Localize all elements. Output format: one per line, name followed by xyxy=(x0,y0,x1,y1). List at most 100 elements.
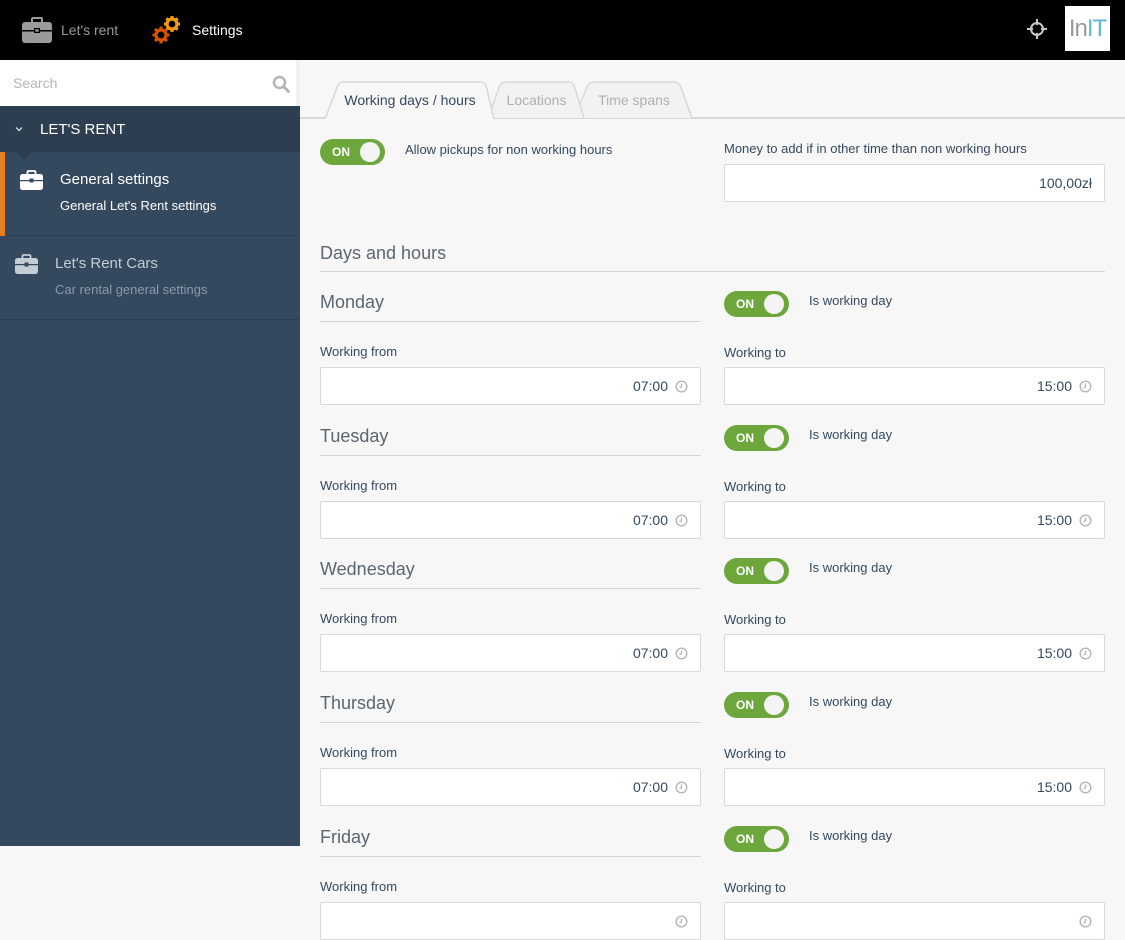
logo-text-it: IT xyxy=(1086,14,1107,42)
working-from-field xyxy=(320,500,701,539)
day-name: Monday xyxy=(320,292,385,312)
clock-icon[interactable] xyxy=(675,647,688,660)
tab-working-days-hours[interactable]: Working days / hours xyxy=(325,81,495,119)
working-from-input[interactable] xyxy=(321,501,700,538)
is-working-day-label: Is working day xyxy=(809,293,893,308)
clock-icon[interactable] xyxy=(1079,915,1092,928)
sidebar-item-lets-rent-cars[interactable]: Let's Rent Cars Car rental general setti… xyxy=(0,236,300,320)
tab-bar: Time spans Locations Working days / hour… xyxy=(300,60,1125,119)
sidebar-item-title: General settings xyxy=(60,171,170,188)
app-home-link[interactable]: Let's rent xyxy=(22,0,118,60)
money-field xyxy=(724,164,1105,202)
tab-locations[interactable]: Locations xyxy=(488,81,585,119)
toggle-state: ON xyxy=(332,145,350,159)
toggle-state: ON xyxy=(736,430,754,445)
app-label: Let's rent xyxy=(61,22,119,38)
working-from-field xyxy=(320,901,701,940)
day-name: Friday xyxy=(320,826,371,847)
clock-icon[interactable] xyxy=(675,781,688,794)
working-from-label: Working from xyxy=(320,878,398,894)
working-to-field xyxy=(724,500,1105,539)
working-to-input[interactable] xyxy=(725,501,1104,538)
working-to-field xyxy=(724,367,1105,405)
chevron-down-icon xyxy=(15,126,23,132)
day-divider xyxy=(320,321,701,322)
is-working-day-label: Is working day xyxy=(809,827,893,843)
working-to-field xyxy=(724,901,1105,940)
clock-icon[interactable] xyxy=(1079,514,1092,527)
crosshair-icon[interactable] xyxy=(1026,18,1048,40)
is-working-day-toggle[interactable]: ON xyxy=(724,558,789,585)
working-to-field xyxy=(724,634,1105,673)
is-working-day-toggle[interactable]: ON xyxy=(724,825,789,852)
tab-label: Locations xyxy=(506,92,567,108)
sidebar-item-subtitle: Car rental general settings xyxy=(55,282,208,297)
allow-pickups-toggle[interactable]: ON xyxy=(320,139,385,165)
working-from-field xyxy=(320,367,701,405)
tab-label: Time spans xyxy=(598,92,670,108)
toggle-knob xyxy=(764,695,784,716)
day-divider xyxy=(320,454,701,456)
working-from-input[interactable] xyxy=(321,902,700,939)
search-input[interactable] xyxy=(0,60,260,106)
clock-icon[interactable] xyxy=(675,915,688,928)
clock-icon[interactable] xyxy=(675,380,688,393)
sidebar-item-general-settings[interactable]: General settings General Let's Rent sett… xyxy=(0,152,300,236)
working-to-input[interactable] xyxy=(725,368,1104,404)
sidebar-group-lets-rent[interactable]: LET'S RENT xyxy=(0,106,300,152)
clock-icon[interactable] xyxy=(1079,781,1092,794)
working-from-input[interactable] xyxy=(321,368,700,404)
money-input[interactable] xyxy=(725,165,1104,201)
sidebar-item-subtitle: General Let's Rent settings xyxy=(60,198,217,213)
working-from-label: Working from xyxy=(320,611,398,627)
briefcase-icon xyxy=(22,17,52,43)
sidebar: LET'S RENT General settings General Let'… xyxy=(0,60,300,846)
working-to-field xyxy=(724,768,1105,807)
toggle-knob xyxy=(360,142,380,162)
main-content: Time spans Locations Working days / hour… xyxy=(300,60,1125,940)
day-divider xyxy=(320,588,701,590)
is-working-day-label: Is working day xyxy=(809,426,893,442)
working-from-input[interactable] xyxy=(321,769,700,806)
sidebar-item-title: Let's Rent Cars xyxy=(55,255,158,272)
working-from-label: Working from xyxy=(320,745,398,761)
toggle-knob xyxy=(764,294,784,314)
settings-link[interactable]: Settings xyxy=(152,0,243,60)
toggle-knob xyxy=(764,561,784,582)
day-name: Tuesday xyxy=(320,425,389,446)
allow-pickups-label: Allow pickups for non working hours xyxy=(405,142,613,157)
clock-icon[interactable] xyxy=(675,514,688,527)
company-logo[interactable]: In IT xyxy=(1065,6,1110,51)
working-to-label: Working to xyxy=(724,478,786,494)
briefcase-icon xyxy=(20,170,43,190)
clock-icon[interactable] xyxy=(1079,380,1092,393)
working-to-input[interactable] xyxy=(725,902,1104,939)
working-from-field xyxy=(320,634,701,673)
working-from-input[interactable] xyxy=(321,635,700,672)
working-to-input[interactable] xyxy=(725,769,1104,806)
is-working-day-toggle[interactable]: ON xyxy=(724,692,789,719)
is-working-day-toggle[interactable]: ON xyxy=(724,424,789,451)
toggle-state: ON xyxy=(736,564,754,579)
top-bar: Let's rent Settings In IT xyxy=(0,0,1125,60)
is-working-day-label: Is working day xyxy=(809,560,893,576)
day-name: Thursday xyxy=(320,693,396,714)
logo-text-in: In xyxy=(1068,14,1088,42)
gears-icon xyxy=(152,16,180,44)
is-working-day-label: Is working day xyxy=(809,694,893,710)
is-working-day-toggle[interactable]: ON xyxy=(724,291,789,317)
active-group-indicator xyxy=(15,152,33,160)
day-divider xyxy=(320,722,701,724)
toggle-state: ON xyxy=(736,831,754,846)
day-name: Wednesday xyxy=(320,559,415,580)
search-icon[interactable] xyxy=(272,75,290,93)
working-from-label: Working from xyxy=(320,344,398,359)
clock-icon[interactable] xyxy=(1079,647,1092,660)
search-box xyxy=(0,60,296,106)
briefcase-icon xyxy=(15,254,38,274)
tab-time-spans[interactable]: Time spans xyxy=(574,81,694,119)
working-to-label: Working to xyxy=(724,879,786,895)
working-to-label: Working to xyxy=(724,612,786,628)
working-to-input[interactable] xyxy=(725,635,1104,672)
working-from-field xyxy=(320,768,701,807)
